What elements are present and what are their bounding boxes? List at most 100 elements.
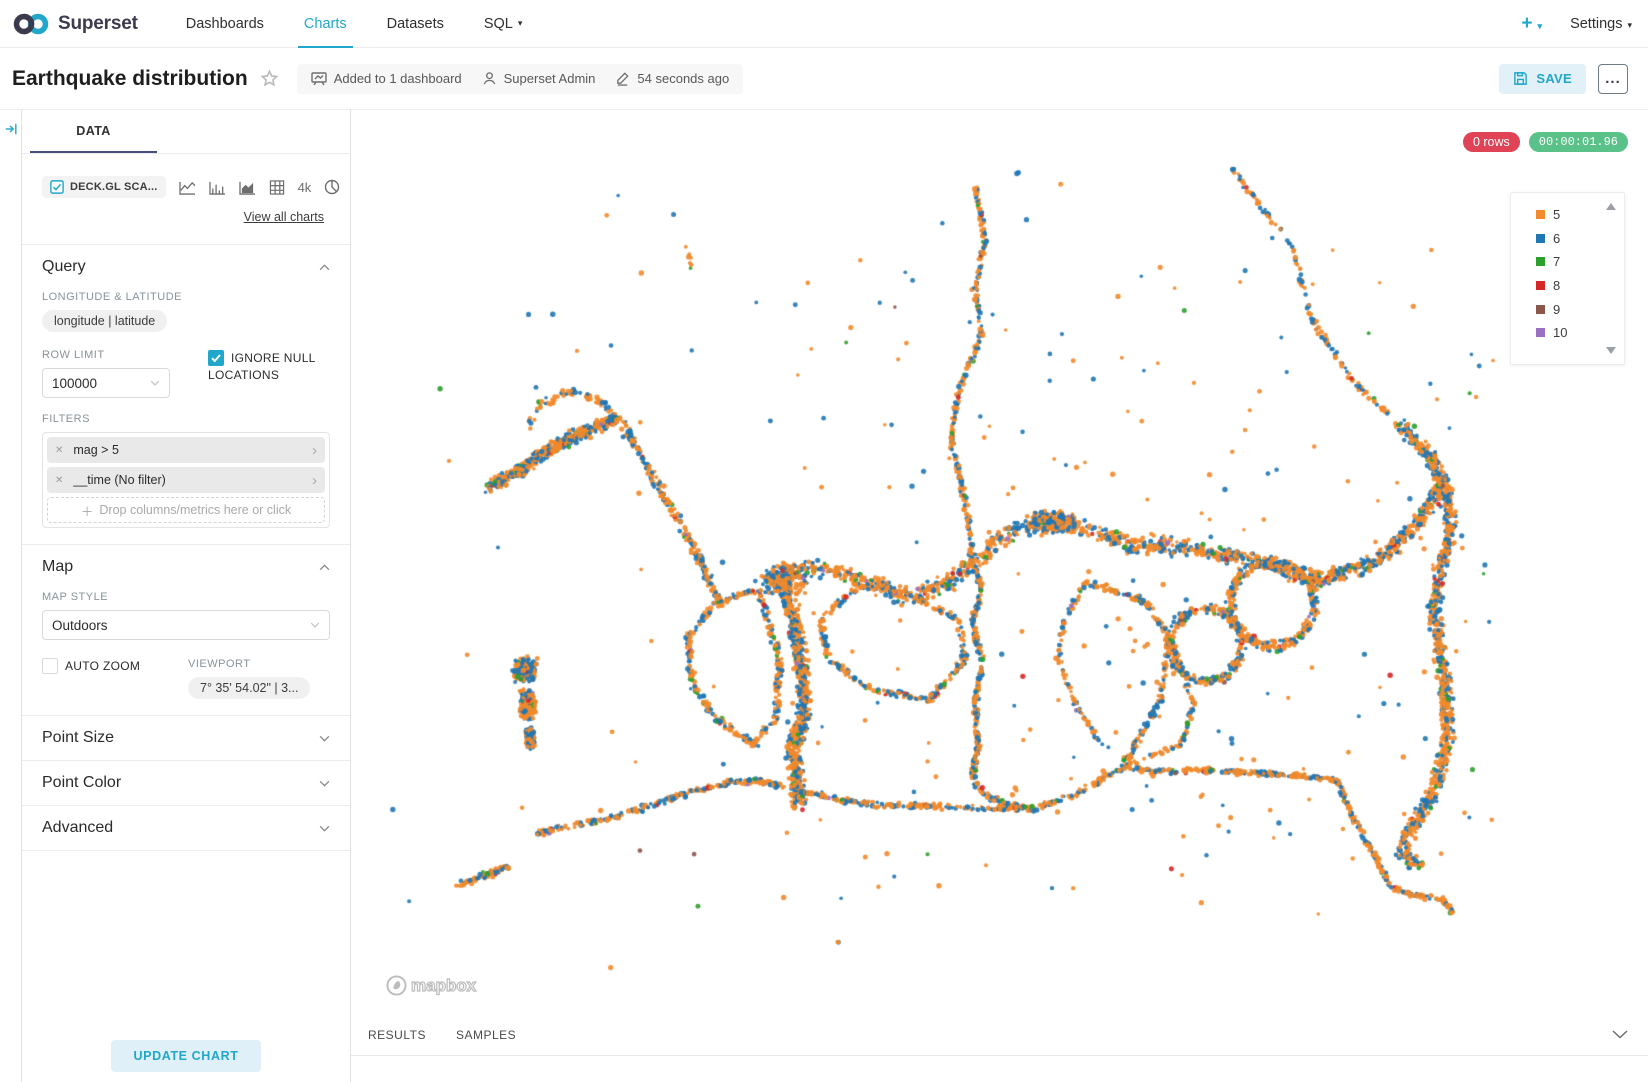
legend-item[interactable]: 8 [1536, 274, 1624, 298]
chart-area: 0 rows 00:00:01.96 5 6 7 8 9 10 [351, 110, 1648, 1082]
line-chart-icon[interactable] [179, 180, 196, 195]
legend-swatch [1536, 257, 1545, 266]
filter-pill[interactable]: ✕ mag > 5 › [47, 437, 325, 463]
pie-chart-icon[interactable] [324, 179, 340, 195]
legend-item[interactable]: 9 [1536, 297, 1624, 321]
filter-dropzone[interactable]: ＋ Drop columns/metrics here or click [47, 497, 325, 523]
chart-meta-bar: Added to 1 dashboard Superset Admin 54 s… [297, 64, 744, 94]
nav-item-dashboards[interactable]: Dashboards [166, 0, 284, 48]
viz-4k-label[interactable]: 4k [298, 180, 312, 195]
legend-item[interactable]: 10 [1536, 321, 1624, 345]
expand-results-chevron-icon[interactable] [1612, 1030, 1628, 1039]
section-advanced[interactable]: Advanced [22, 806, 350, 850]
checkbox-unchecked-icon [42, 658, 58, 674]
superset-brand[interactable]: Superset [12, 11, 138, 37]
panel-tabs: DATA [22, 110, 350, 154]
query-section-header[interactable]: Query [42, 258, 330, 276]
update-chart-button[interactable]: UPDATE CHART [111, 1040, 261, 1072]
bar-chart-icon[interactable] [209, 180, 226, 195]
more-options-button[interactable]: ... [1598, 64, 1628, 94]
legend-scroll-up-icon[interactable] [1606, 203, 1616, 210]
last-modified-meta[interactable]: 54 seconds ago [615, 71, 729, 86]
map-viewport: 0 rows 00:00:01.96 5 6 7 8 9 10 [351, 110, 1648, 1014]
nav-item-datasets[interactable]: Datasets [367, 0, 464, 48]
query-timer-badge: 00:00:01.96 [1529, 132, 1628, 152]
map-section-header[interactable]: Map [42, 558, 330, 576]
legend-item[interactable]: 7 [1536, 250, 1624, 274]
view-all-charts-link[interactable]: View all charts [244, 210, 324, 224]
row-limit-select[interactable]: 100000 [42, 368, 170, 398]
tab-results[interactable]: RESULTS [368, 1028, 426, 1042]
viewport-value-chip[interactable]: 7° 35' 54.02" | 3... [188, 677, 310, 699]
map-section: Map MAP STYLE Outdoors AUTO ZOOM VIEWPOR… [22, 545, 350, 715]
filter-pill[interactable]: ✕ __time (No filter) › [47, 467, 325, 493]
nav-item-sql[interactable]: SQL▾ [464, 0, 543, 48]
lonlat-value-chip[interactable]: longitude | latitude [42, 310, 167, 332]
map-canvas[interactable] [351, 110, 1648, 1014]
save-icon [1513, 71, 1528, 86]
dashboard-icon [311, 71, 327, 86]
mapbox-attribution[interactable]: mapbox [386, 975, 476, 996]
section-point-size[interactable]: Point Size [22, 716, 350, 760]
legend-swatch [1536, 281, 1545, 290]
explore-control-panel: DATA DECK.GL SCA... [22, 110, 351, 1082]
filters-control: ✕ mag > 5 › ✕ __time (No filter) › ＋ Dro… [42, 432, 330, 528]
section-point-color[interactable]: Point Color [22, 761, 350, 805]
checkbox-checked-icon [50, 180, 64, 194]
legend-scroll-down-icon[interactable] [1606, 347, 1616, 354]
mapbox-icon [386, 975, 407, 996]
table-icon[interactable] [269, 180, 285, 195]
row-limit-label: ROW LIMIT [42, 349, 208, 361]
brand-name: Superset [58, 13, 138, 35]
save-button[interactable]: SAVE [1499, 64, 1586, 94]
auto-zoom-checkbox[interactable]: AUTO ZOOM [42, 658, 164, 675]
results-panel-tabs: RESULTS SAMPLES [351, 1014, 1648, 1056]
query-section: Query LONGITUDE & LATITUDE longitude | l… [22, 245, 350, 544]
filters-label: FILTERS [42, 413, 330, 425]
caret-right-icon: › [312, 472, 317, 489]
checkbox-checked-icon [208, 350, 224, 366]
favorite-star-icon[interactable] [260, 69, 279, 88]
chart-title[interactable]: Earthquake distribution [12, 67, 248, 91]
user-icon [482, 71, 497, 86]
area-chart-icon[interactable] [239, 180, 256, 195]
viewport-label: VIEWPORT [188, 658, 310, 670]
new-item-button[interactable]: +▾ [1521, 13, 1542, 35]
tab-data[interactable]: DATA [30, 110, 157, 153]
mapbox-wordmark: mapbox [411, 976, 476, 996]
settings-menu[interactable]: Settings▾ [1570, 16, 1632, 32]
chevron-up-icon [319, 564, 330, 571]
query-status: 0 rows 00:00:01.96 [1463, 132, 1628, 152]
collapse-panel-icon[interactable] [4, 122, 18, 1082]
chart-header: Earthquake distribution Added to 1 dashb… [0, 48, 1648, 110]
top-navbar: Superset Dashboards Charts Datasets SQL▾… [0, 0, 1648, 48]
viz-type-row: DECK.GL SCA... [22, 154, 350, 198]
remove-filter-icon[interactable]: ✕ [55, 475, 63, 486]
chevron-down-icon [310, 622, 320, 628]
lonlat-label: LONGITUDE & LATITUDE [42, 291, 330, 303]
legend-swatch [1536, 328, 1545, 337]
ignore-null-checkbox[interactable]: IGNORE NULL LOCATIONS [208, 350, 330, 384]
dashboards-meta[interactable]: Added to 1 dashboard [311, 71, 462, 86]
row-count-badge: 0 rows [1463, 132, 1520, 152]
legend-swatch [1536, 210, 1545, 219]
caret-down-icon: ▾ [518, 18, 523, 29]
collapse-rail [0, 110, 22, 1082]
chevron-down-icon [319, 735, 330, 742]
legend-item[interactable]: 6 [1536, 227, 1624, 251]
nav-item-charts[interactable]: Charts [284, 0, 367, 48]
viz-type-chip[interactable]: DECK.GL SCA... [42, 176, 166, 198]
pencil-icon [615, 71, 630, 86]
caret-down-icon: ▾ [1538, 21, 1543, 31]
caret-down-icon: ▾ [1627, 20, 1632, 30]
chevron-down-icon [319, 780, 330, 787]
remove-filter-icon[interactable]: ✕ [55, 445, 63, 456]
nav-menu: Dashboards Charts Datasets SQL▾ [166, 0, 543, 48]
legend-swatch [1536, 234, 1545, 243]
map-style-select[interactable]: Outdoors [42, 610, 330, 640]
chevron-up-icon [319, 264, 330, 271]
legend-swatch [1536, 305, 1545, 314]
map-style-label: MAP STYLE [42, 591, 330, 603]
owner-meta[interactable]: Superset Admin [482, 71, 596, 86]
tab-samples[interactable]: SAMPLES [456, 1028, 516, 1042]
